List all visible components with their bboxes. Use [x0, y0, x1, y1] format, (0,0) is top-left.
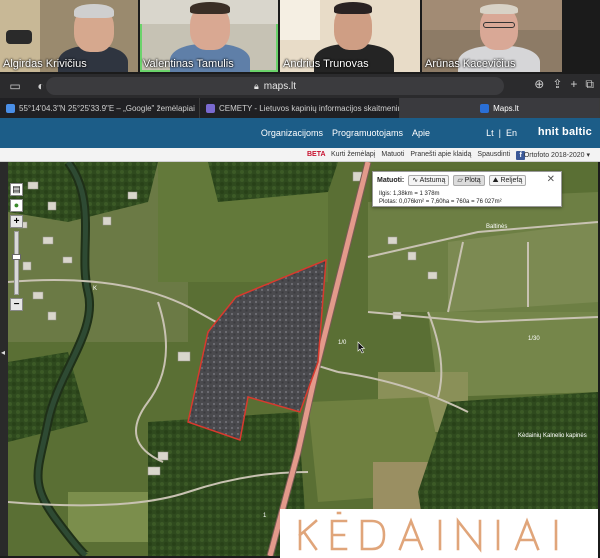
left-panel-toggle[interactable]: ◂ [0, 162, 8, 556]
nav-organizations[interactable]: Organizacijoms [261, 128, 323, 138]
zoom-slider-handle[interactable] [12, 254, 21, 260]
participant-name: Valentinas Tamulis [143, 58, 234, 70]
tab-overview-icon[interactable]: ⧉ [585, 77, 594, 92]
main-nav: Organizacijoms Programuotojams Apie [261, 128, 430, 138]
road-label-2: 1/30 [528, 336, 540, 342]
toolbar-actions: ⊕ ⇪ + ⧉ [534, 77, 594, 92]
language-switch: Lt | En [486, 128, 517, 138]
report-error-link[interactable]: Pranešti apie klaidą [410, 151, 471, 160]
participant-tile-4[interactable]: Arūnas Kacevičius [422, 0, 562, 72]
tab-bar: 55°14'04.3"N 25°25'33.9"E – „Google" žem… [0, 98, 600, 118]
participant-tile-1[interactable]: Algirdas Krivičius [0, 0, 138, 72]
orthophoto-value: Ortofoto 2018-2020 [523, 152, 585, 159]
participant-name: Andrius Trunovas [283, 58, 369, 70]
measure-area: Plotas: 0,076km² = 7,60ha = 760a = 76 02… [379, 199, 502, 205]
nav-about[interactable]: Apie [412, 128, 430, 138]
cemety-favicon-icon [206, 103, 215, 113]
zoom-out-button[interactable]: − [10, 298, 23, 311]
lang-divider: | [498, 128, 501, 138]
nav-developers[interactable]: Programuotojams [332, 128, 403, 138]
map-actions: Kurti žemėlapį Matuoti Pranešti apie kla… [331, 151, 526, 160]
map-label-cemetery: Kėdainių Kalnelio kapinės [518, 433, 587, 439]
measure-distance-label: Atstumą [419, 177, 446, 184]
measure-link[interactable]: Matuoti [381, 151, 404, 160]
map-tools: ▤ ● + − [10, 183, 23, 311]
tab-google-maps[interactable]: 55°14'04.3"N 25°25'33.9"E – „Google" žem… [0, 98, 200, 118]
close-icon[interactable]: ✕ [547, 174, 555, 185]
kedainiai-wordmark [298, 511, 558, 553]
measure-area-label: Plotą [464, 177, 481, 184]
address-bar[interactable]: 🔒︎ maps.lt [46, 77, 504, 95]
lang-en[interactable]: En [506, 128, 517, 138]
tab-maps-lt[interactable]: Maps.lt [400, 98, 600, 118]
road-label: 1/0 [338, 340, 347, 346]
map-subbar: BETA Kurti žemėlapį Matuoti Pranešti api… [0, 148, 600, 162]
tab-label: CEMETY - Lietuvos kapinių informacijos s… [219, 103, 399, 113]
measure-title: Matuoti: [377, 177, 405, 184]
tab-label: 55°14'04.3"N 25°25'33.9"E – „Google" žem… [19, 103, 195, 113]
orthophoto-select[interactable]: Ortofoto 2018-2020 ▾ [524, 151, 590, 159]
measure-relief-button[interactable]: ⛰ Reljefą [488, 175, 527, 186]
map-imagery: 1/0 Baltinės Kėdainių Kalnelio kapinės 1… [8, 162, 598, 556]
print-link[interactable]: Spausdinti [477, 151, 510, 160]
sidebar-icon[interactable]: ▭ [6, 79, 24, 93]
url-text: maps.lt [263, 80, 297, 92]
measure-length: Ilgis: 1,38km = 1 378m [379, 191, 440, 197]
road-label-k: K [93, 286, 97, 292]
share-icon[interactable]: ⇪ [552, 77, 562, 92]
new-tab-icon[interactable]: + [570, 77, 577, 92]
chevron-left-icon: ◂ [1, 348, 6, 357]
kedainiai-logo [280, 509, 598, 558]
brand-logo[interactable]: hnit baltic [538, 126, 592, 138]
location-pin-icon[interactable]: ● [10, 199, 23, 212]
measure-panel: Matuoti: ∿ Atstumą ▱ Plotą ⛰ Reljefą ✕ I… [372, 171, 562, 207]
satellite-map[interactable]: 1/0 Baltinės Kėdainių Kalnelio kapinės 1… [8, 162, 598, 556]
site-header: Organizacijoms Programuotojams Apie Lt |… [0, 118, 600, 148]
participant-tile-2[interactable]: Valentinas Tamulis [140, 0, 278, 72]
measure-distance-button[interactable]: ∿ Atstumą [408, 175, 450, 186]
google-maps-favicon-icon [6, 103, 15, 113]
participants-strip: Algirdas Krivičius Valentinas Tamulis An… [0, 0, 600, 72]
participant-tile-3[interactable]: Andrius Trunovas [280, 0, 420, 72]
maps-lt-favicon-icon [480, 103, 490, 113]
download-icon[interactable]: ⊕ [534, 77, 544, 92]
layers-icon[interactable]: ▤ [10, 183, 23, 196]
map-label-baltines: Baltinės [486, 224, 507, 230]
participant-name: Arūnas Kacevičius [425, 58, 516, 70]
zoom-in-button[interactable]: + [10, 215, 23, 228]
tab-cemety[interactable]: CEMETY - Lietuvos kapinių informacijos s… [200, 98, 400, 118]
lang-lt[interactable]: Lt [486, 128, 494, 138]
measure-area-button[interactable]: ▱ Plotą [453, 175, 485, 186]
participant-name: Algirdas Krivičius [3, 58, 87, 70]
create-map-link[interactable]: Kurti žemėlapį [331, 151, 375, 160]
beta-badge: BETA [307, 151, 326, 158]
zoom-slider[interactable] [12, 231, 21, 295]
measure-relief-label: Reljefą [500, 177, 523, 184]
tab-label: Maps.lt [493, 103, 519, 113]
lock-icon: 🔒︎ [253, 80, 259, 91]
